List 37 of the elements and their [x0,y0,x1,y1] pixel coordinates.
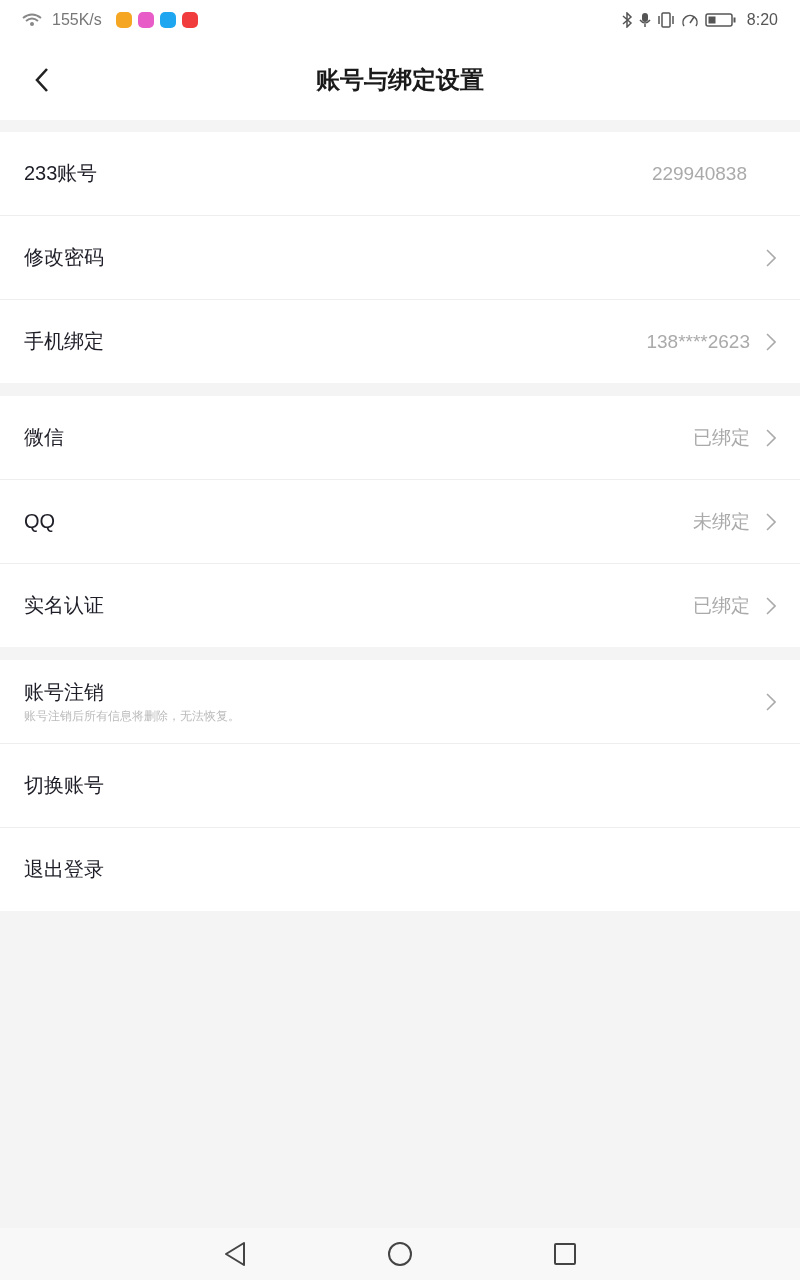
row-label: 实名认证 [24,593,105,618]
settings-row[interactable]: 退出登录 [0,828,800,911]
speedometer-icon [680,12,699,28]
settings-row[interactable]: 手机绑定 138****2623 [0,300,800,383]
row-value: 未绑定 [693,509,750,534]
row-label: 账号注销 [24,679,105,705]
row-label: 手机绑定 [24,329,105,354]
home-nav-icon[interactable] [387,1241,413,1267]
settings-row[interactable]: 账号注销 账号注销后所有信息将删除，无法恢复。 [0,660,800,744]
row-label: QQ [24,510,57,533]
settings-row[interactable]: 实名认证 已绑定 [0,564,800,647]
settings-row[interactable]: 233账号 229940838 [0,132,800,216]
network-speed: 155K/s [52,11,102,29]
settings-row[interactable]: 切换账号 [0,744,800,828]
row-label: 切换账号 [24,773,105,798]
settings-row[interactable]: QQ 未绑定 [0,480,800,564]
row-label: 退出登录 [24,857,105,882]
settings-row[interactable]: 微信 已绑定 [0,396,800,480]
row-value: 已绑定 [693,425,750,450]
vibrate-icon [656,12,675,28]
back-icon[interactable] [34,67,50,93]
row-value: 已绑定 [693,593,750,618]
back-nav-icon[interactable] [223,1241,247,1267]
battery-icon [704,12,737,28]
row-label: 微信 [24,425,65,450]
microphone-icon [638,12,651,28]
row-note: 账号注销后所有信息将删除，无法恢复。 [24,707,241,725]
row-value: 229940838 [651,162,747,185]
row-label: 233账号 [24,161,99,186]
settings-row[interactable]: 修改密码 [0,216,800,300]
row-label: 修改密码 [24,245,105,270]
page-title: 账号与绑定设置 [316,65,484,96]
clock-time: 8:20 [746,11,778,29]
wifi-icon [22,12,42,28]
row-value: 138****2623 [646,330,750,353]
recents-nav-icon[interactable] [553,1242,577,1266]
bluetooth-icon [620,12,633,28]
